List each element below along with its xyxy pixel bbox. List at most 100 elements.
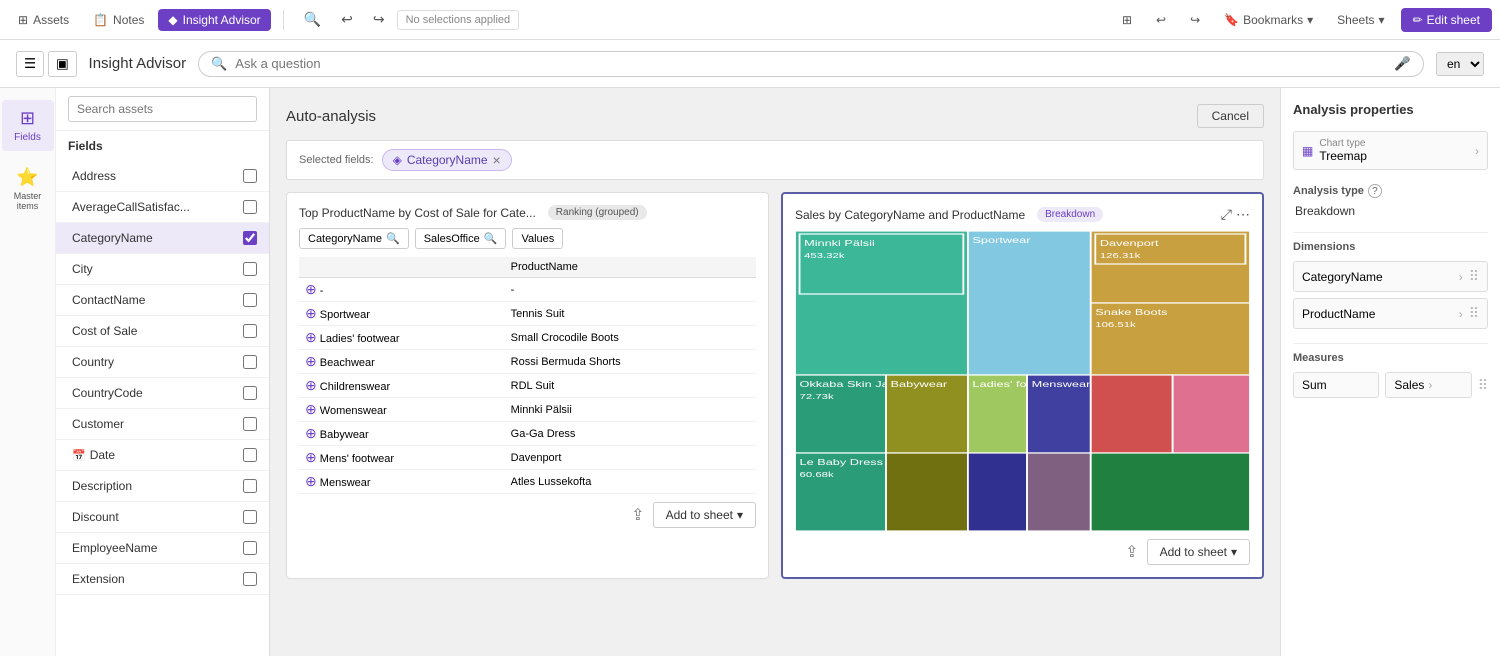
language-selector[interactable]: en [1436,52,1484,76]
expand-icon[interactable]: ⊕ [305,353,317,369]
field-item-employeename[interactable]: EmployeeName [56,533,269,564]
field-item-extension[interactable]: Extension [56,564,269,595]
cancel-button[interactable]: Cancel [1197,104,1264,128]
cat-value: Mens' footwear [320,453,394,465]
chart-header-2: Sales by CategoryName and ProductName Br… [795,206,1250,223]
redo-btn[interactable]: ↪ [365,7,393,32]
expand-icon[interactable]: ⊕ [305,377,317,393]
dim-2-drag[interactable]: ⠿ [1469,305,1479,322]
rp-dimensions-section: Dimensions CategoryName › ⠿ ProductName … [1293,241,1488,329]
dropdown-icon-2: ▾ [1231,545,1237,559]
field-item-date[interactable]: 📅 Date [56,440,269,471]
insight-icon: ◆ [168,13,177,27]
rp-measure-field[interactable]: Sales › [1385,372,1471,398]
panel-toggle-btn1[interactable]: ☰ [16,51,44,77]
cat-value: - [320,285,324,297]
add-to-sheet-label-2: Add to sheet [1160,545,1227,559]
redo-main-btn[interactable]: ↪ [1182,9,1208,31]
undo-btn[interactable]: ↩ [333,7,361,32]
rp-measure-agg[interactable]: Sum [1293,372,1379,398]
field-checkbox[interactable] [243,324,257,338]
bookmarks-btn[interactable]: 🔖 Bookmarks ▾ [1216,9,1321,31]
sidebar-nav-master-items[interactable]: ⭐ Master items [2,159,54,219]
top-bar-right: ⊞ ↩ ↪ 🔖 Bookmarks ▾ Sheets ▾ ✏ Edit shee… [1114,8,1492,32]
dim-1-drag[interactable]: ⠿ [1469,268,1479,285]
rp-dim-2[interactable]: ProductName › ⠿ [1293,298,1488,329]
expand-icon[interactable]: ⊕ [305,329,317,345]
cat-value: Childrenswear [320,381,390,393]
grid-view-btn[interactable]: ⊞ [1114,9,1140,31]
zoom-btn[interactable]: 🔍 [296,7,329,32]
filter-chip-category[interactable]: CategoryName 🔍 [299,228,409,249]
field-checkbox[interactable] [243,417,257,431]
mic-btn[interactable]: 🎤 [1394,56,1411,72]
field-checkbox[interactable] [243,541,257,555]
field-item-city[interactable]: City [56,254,269,285]
field-checkbox[interactable] [243,293,257,307]
field-checkbox[interactable] [243,572,257,586]
share-btn-1[interactable]: ⇪ [631,505,644,525]
field-checkbox[interactable] [243,231,257,245]
rp-dim-1[interactable]: CategoryName › ⠿ [1293,261,1488,292]
expand-icon[interactable]: ⊕ [305,401,317,417]
field-item-contactname[interactable]: ContactName [56,285,269,316]
field-checkbox[interactable] [243,262,257,276]
add-to-sheet-btn-1[interactable]: Add to sheet ▾ [653,502,756,528]
expand-icon[interactable]: ⊕ [305,281,317,297]
tab-insight-advisor[interactable]: ◆ Insight Advisor [158,9,270,31]
chart-header-1: Top ProductName by Cost of Sale for Cate… [299,205,756,220]
field-checkbox[interactable] [243,386,257,400]
expand-icon[interactable]: ⊕ [305,473,317,489]
table-cell-product: Small Crocodile Boots [505,326,756,350]
filter-label-category: CategoryName [308,233,382,245]
filter-chip-salesoffice[interactable]: SalesOffice 🔍 [415,228,507,249]
chart-footer-2: ⇪ Add to sheet ▾ [795,539,1250,565]
field-item-country[interactable]: Country [56,347,269,378]
field-checkbox[interactable] [243,479,257,493]
undo-main-btn[interactable]: ↩ [1148,9,1174,31]
search-icon: 🔍 [211,56,227,72]
tab-notes[interactable]: 📋 Notes [83,9,154,31]
more-btn-2[interactable]: ⋯ [1236,206,1250,223]
sidebar-nav-fields[interactable]: ⊞ Fields [2,100,54,151]
filter-values-btn[interactable]: Values [512,228,563,249]
field-checkbox[interactable] [243,510,257,524]
table-cell-product: Ga-Ga Dress [505,422,756,446]
panel-toggle-btn2[interactable]: ▣ [48,51,77,77]
field-name: CountryCode [72,386,143,400]
field-item-description[interactable]: Description [56,471,269,502]
field-item-address[interactable]: Address [56,161,269,192]
edit-sheet-btn[interactable]: ✏ Edit sheet [1401,8,1492,32]
field-item-customer[interactable]: Customer [56,409,269,440]
tab-assets[interactable]: ⊞ Assets [8,9,79,31]
measure-agg-label: Sum [1302,378,1327,392]
search-assets-input[interactable] [68,96,257,122]
add-to-sheet-btn-2[interactable]: Add to sheet ▾ [1147,539,1250,565]
field-item-cost-of-sale[interactable]: Cost of Sale [56,316,269,347]
share-btn-2[interactable]: ⇪ [1125,542,1138,562]
sheets-btn[interactable]: Sheets ▾ [1329,9,1392,31]
rp-measure-row: Sum Sales › ⠿ [1293,372,1488,398]
measure-drag[interactable]: ⠿ [1478,377,1488,394]
svg-text:Sportwear: Sportwear [972,236,1030,245]
field-item-discount[interactable]: Discount [56,502,269,533]
field-item-averagecallsatisfac...[interactable]: AverageCallSatisfac... [56,192,269,223]
rp-chart-type-item[interactable]: ▦ Chart type Treemap › [1293,131,1488,170]
table-cell-cat: ⊕ Ladies' footwear [299,326,505,350]
remove-field-chip-btn[interactable]: × [493,153,501,167]
expand-icon[interactable]: ⊕ [305,305,317,321]
table-cell-cat: ⊕ Womenswear [299,398,505,422]
expand-btn-2[interactable]: ⤢ [1221,206,1232,223]
field-item-countrycode[interactable]: CountryCode [56,378,269,409]
field-checkbox[interactable] [243,169,257,183]
field-checkbox[interactable] [243,355,257,369]
field-checkbox[interactable] [243,200,257,214]
help-icon[interactable]: ? [1368,184,1382,198]
expand-icon[interactable]: ⊕ [305,449,317,465]
chart-actions-2: ⤢ ⋯ [1221,206,1250,223]
field-item-categoryname[interactable]: CategoryName [56,223,269,254]
expand-icon[interactable]: ⊕ [305,425,317,441]
search-input[interactable] [235,56,1386,71]
treemap-svg: WomenswearMinnki Pälsii453.32kSportwearM… [795,231,1250,531]
field-checkbox[interactable] [243,448,257,462]
